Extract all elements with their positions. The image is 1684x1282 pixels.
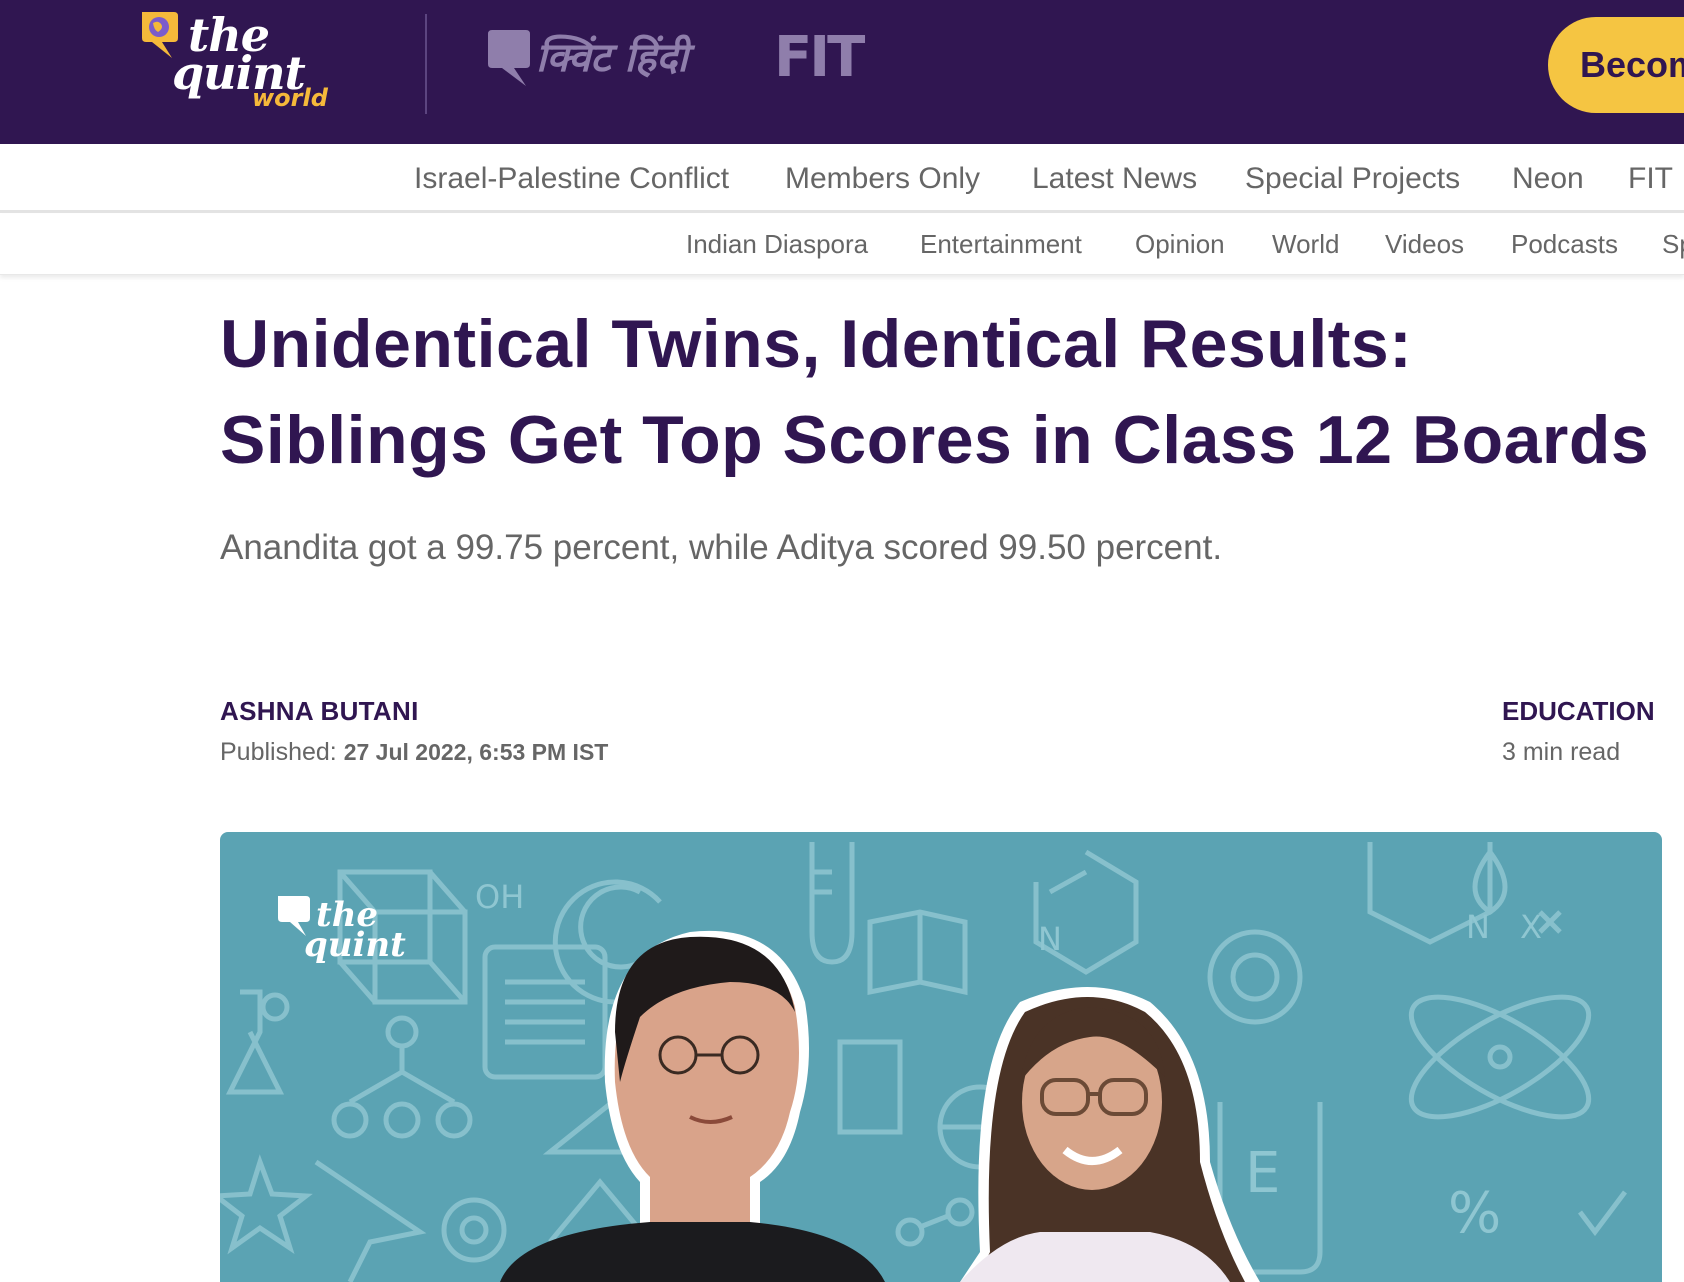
site-header: the quint world क्विंट हिंदी FIT Becom — [0, 0, 1684, 144]
headline-line-2: Siblings Get Top Scores in Class 12 Boar… — [220, 402, 1650, 478]
category-link[interactable]: EDUCATION — [1502, 696, 1655, 727]
the-quint-world-logo[interactable]: the quint world — [138, 8, 338, 120]
hero-label-percent: % — [1448, 1181, 1501, 1246]
article-subhead: Anandita got a 99.75 percent, while Adit… — [220, 528, 1223, 567]
student-girl-photo — [960, 987, 1260, 1282]
nav-entertainment[interactable]: Entertainment — [920, 228, 1082, 260]
nav-videos[interactable]: Videos — [1385, 228, 1464, 260]
hero-label-x: X — [1520, 908, 1542, 946]
hero-label-n1: N — [1038, 920, 1062, 958]
hero-image: OH N N X E % the quint — [220, 832, 1662, 1282]
hero-logo-quint: quint — [304, 925, 406, 965]
headline-line-1: Unidentical Twins, Identical Results: — [220, 306, 1413, 382]
nav-opinion[interactable]: Opinion — [1135, 228, 1225, 260]
nav-world[interactable]: World — [1272, 228, 1339, 260]
author-name-link[interactable]: ASHNA BUTANI — [220, 696, 419, 727]
article-headline: Unidentical Twins, Identical Results: Si… — [220, 296, 1670, 488]
nav-latest-news[interactable]: Latest News — [1032, 161, 1197, 197]
hero-label-e: E — [1245, 1141, 1280, 1206]
nav-members-only[interactable]: Members Only — [785, 161, 980, 197]
nav-fit[interactable]: FIT — [1628, 161, 1673, 197]
published-label: Published: — [220, 738, 337, 766]
fit-link[interactable]: FIT — [774, 30, 865, 86]
become-member-button[interactable]: Becom — [1548, 17, 1684, 113]
secondary-nav: Indian Diaspora Entertainment Opinion Wo… — [0, 214, 1684, 275]
hero-illustration: OH N N X E % — [220, 842, 1627, 1282]
nav-indian-diaspora[interactable]: Indian Diaspora — [686, 228, 868, 260]
quint-hindi-label: क्विंट हिंदी — [536, 34, 688, 81]
read-time: 3 min read — [1502, 738, 1621, 766]
primary-nav: Israel-Palestine Conflict Members Only L… — [0, 144, 1684, 213]
nav-podcasts[interactable]: Podcasts — [1511, 228, 1618, 260]
logo-text-world: world — [252, 84, 328, 112]
hero-label-oh: OH — [475, 878, 524, 916]
published-info: Published: 27 Jul 2022, 6:53 PM IST — [220, 738, 608, 767]
published-date: 27 Jul 2022, 6:53 PM IST — [343, 739, 609, 765]
quint-hindi-pin-icon — [488, 30, 530, 86]
nav-special-projects[interactable]: Special Projects — [1245, 161, 1460, 197]
hero-label-n2: N — [1466, 908, 1490, 946]
nav-sports-partial[interactable]: Sp — [1662, 228, 1684, 260]
nav-neon[interactable]: Neon — [1512, 161, 1584, 197]
nav-israel-palestine-conflict[interactable]: Israel-Palestine Conflict — [414, 161, 729, 197]
header-divider — [425, 14, 427, 114]
